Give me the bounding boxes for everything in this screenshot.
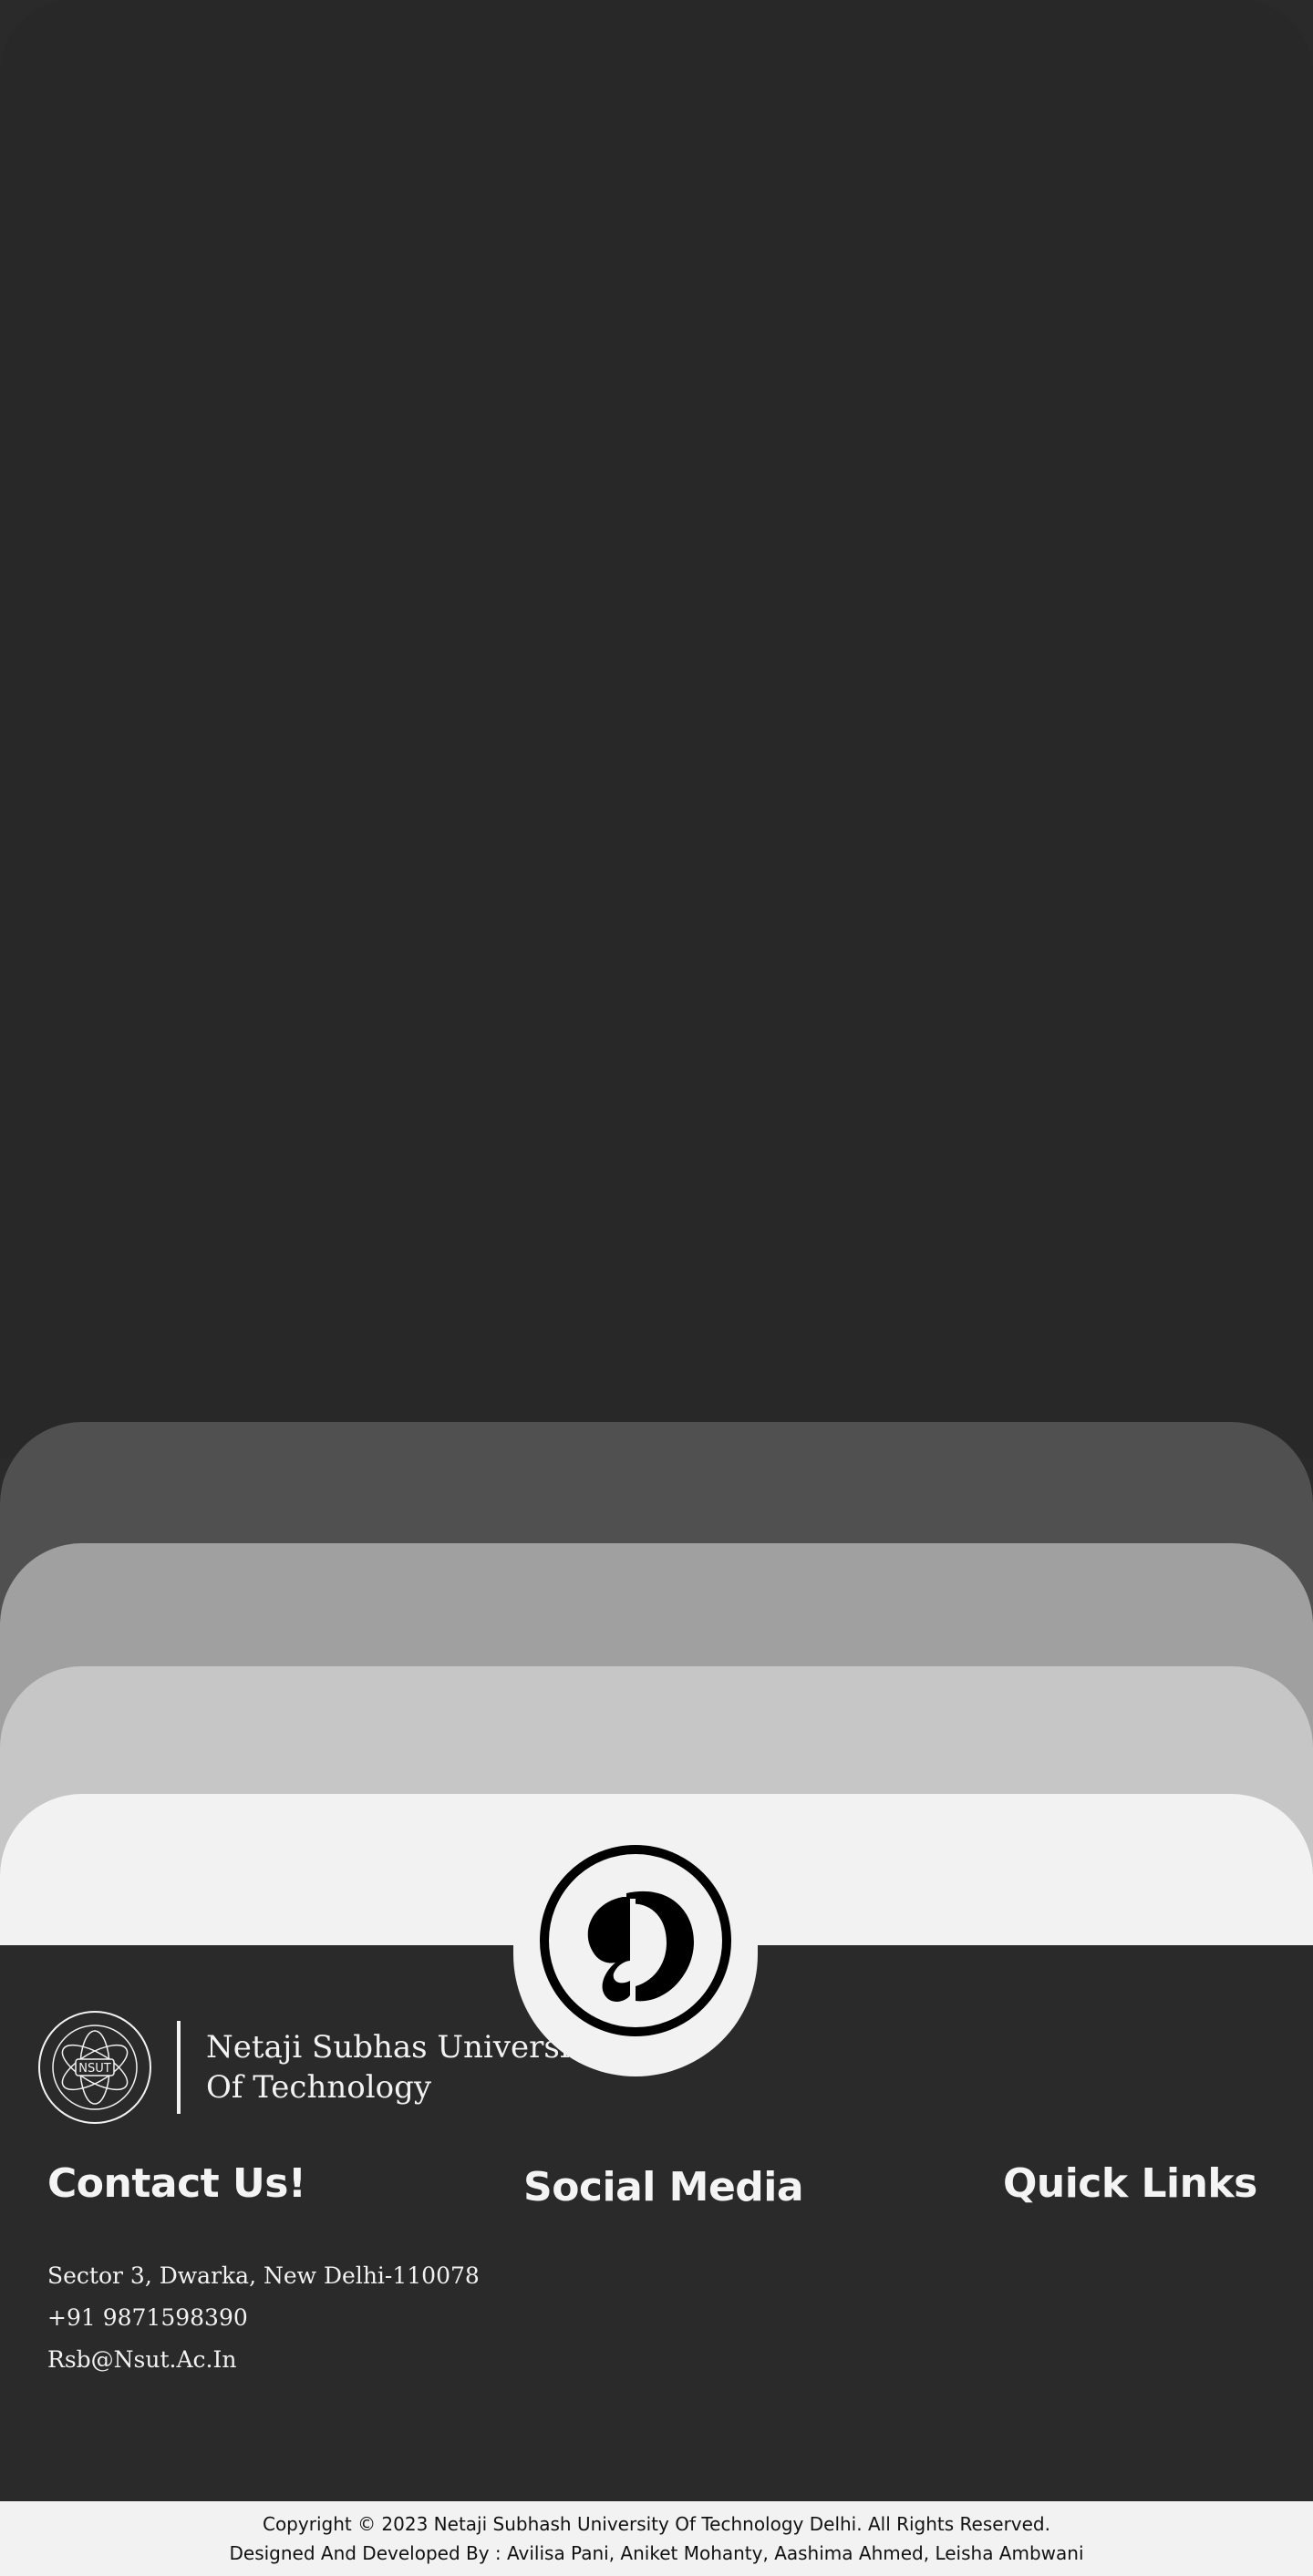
- contact-list: Sector 3, Dwarka, New Delhi-110078 +91 9…: [47, 2255, 480, 2381]
- quick-links-heading: Quick Links: [1003, 2160, 1257, 2207]
- university-name-line2: Of Technology: [206, 2069, 432, 2106]
- copyright-text: Copyright © 2023 Netaji Subhash Universi…: [262, 2513, 1050, 2535]
- contact-phone[interactable]: +91 9871598390: [47, 2297, 480, 2339]
- seal-text: NSUT: [78, 2062, 110, 2076]
- hero-panel: [0, 0, 1313, 1458]
- nsut-seal-logo: NSUT: [38, 2011, 151, 2124]
- social-media-heading: Social Media: [523, 2164, 804, 2210]
- university-brand[interactable]: NSUT Netaji Subhas University Of Technol…: [36, 2009, 600, 2126]
- contact-address: Sector 3, Dwarka, New Delhi-110078: [47, 2262, 480, 2289]
- university-name: Netaji Subhas University Of Technology: [206, 2027, 600, 2107]
- university-name-line1: Netaji Subhas University: [206, 2029, 600, 2066]
- contact-heading: Contact Us!: [47, 2160, 306, 2207]
- contact-email[interactable]: Rsb@Nsut.Ac.In: [47, 2339, 480, 2381]
- credits-text: Designed And Developed By : Avilisa Pani…: [229, 2542, 1084, 2564]
- brand-divider: [177, 2021, 181, 2114]
- copyright-bar: Copyright © 2023 Netaji Subhash Universi…: [0, 2501, 1313, 2576]
